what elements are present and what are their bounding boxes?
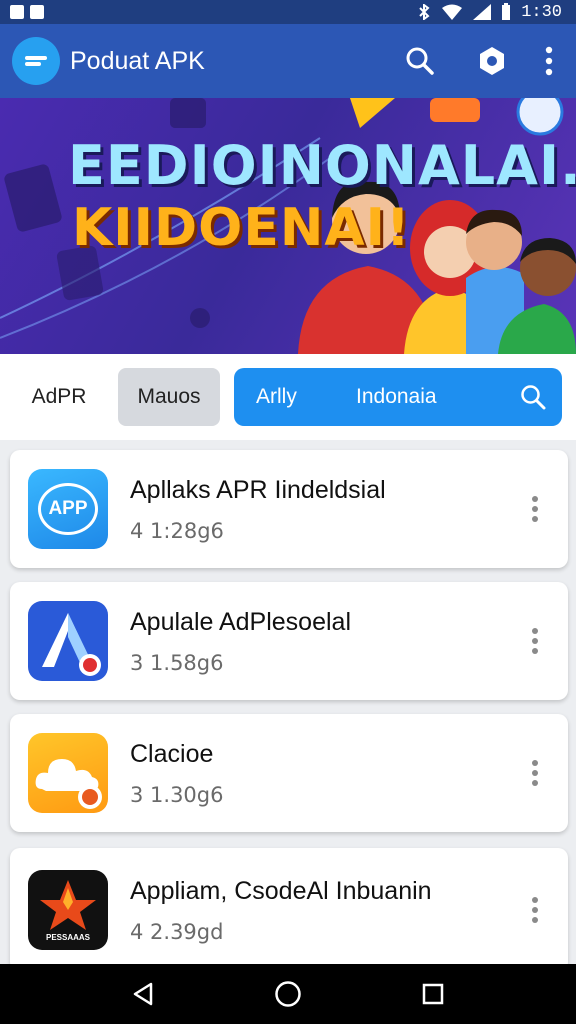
more-options-button[interactable] <box>520 897 550 923</box>
app-size: 3 1.30g6 <box>130 782 224 807</box>
app-title: Poduat APK <box>70 46 205 75</box>
banner-headline: EEDIOINONALAI. <box>68 134 576 197</box>
home-circle-icon <box>275 981 301 1007</box>
search-icon <box>521 385 546 410</box>
battery-icon <box>502 3 511 20</box>
system-nav-bar <box>0 964 576 1024</box>
hexagon-settings-icon <box>480 47 504 75</box>
search-text-primary: Arlly <box>256 385 297 408</box>
overflow-menu-button[interactable] <box>534 37 564 85</box>
app-icon: APP <box>28 469 108 549</box>
promo-banner[interactable]: EEDIOINONALAI. KIIDOENAI! <box>0 98 576 354</box>
search-text-secondary: Indonaia <box>356 385 437 408</box>
home-button[interactable] <box>258 964 318 1024</box>
search-field[interactable]: Arlly Indonaia <box>234 368 562 426</box>
search-icon <box>406 47 434 75</box>
notification-icon <box>30 5 44 19</box>
more-options-button[interactable] <box>520 496 550 522</box>
cloud-icon <box>35 759 102 809</box>
settings-button[interactable] <box>468 37 516 85</box>
status-time: 1:30 <box>521 2 562 22</box>
app-size: 4 1:28g6 <box>130 518 224 543</box>
wifi-icon <box>442 4 463 20</box>
app-bar: Poduat APK <box>0 24 576 98</box>
more-vert-icon <box>545 46 553 76</box>
list-item[interactable]: Clacioe 3 1.30g6 <box>10 714 568 832</box>
app-name: Appliam, CsodeAl Inbuanin <box>130 876 432 905</box>
status-bar: 1:30 <box>0 0 576 24</box>
banner-subheadline: KIIDOENAI! <box>72 198 411 258</box>
notification-icon <box>10 5 24 19</box>
more-options-button[interactable] <box>520 760 550 786</box>
list-item[interactable]: Apulale AdPlesoelal 3 1.58g6 <box>10 582 568 700</box>
app-logo-icon <box>12 37 60 85</box>
list-item[interactable]: PESSAAAS Appliam, CsodeAl Inbuanin 4 2.3… <box>10 848 568 972</box>
triangle-logo-icon <box>42 613 101 676</box>
list-item[interactable]: APP Apllaks APR Iindeldsial 4 1:28g6 <box>10 450 568 568</box>
app-icon <box>28 733 108 813</box>
app-size: 4 2.39gd <box>130 919 224 944</box>
bluetooth-icon <box>419 4 430 20</box>
app-name: Clacioe <box>130 739 214 768</box>
recents-button[interactable] <box>403 964 463 1024</box>
filter-row: AdPR Mauos Arlly Indonaia <box>0 354 576 440</box>
filter-chip-mauos[interactable]: Mauos <box>118 368 220 426</box>
recents-square-icon <box>423 983 444 1005</box>
app-name: Apllaks APR Iindeldsial <box>130 475 386 504</box>
filter-chip-adpr[interactable]: AdPR <box>0 385 118 409</box>
more-options-button[interactable] <box>520 628 550 654</box>
signal-icon <box>473 4 492 20</box>
back-triangle-icon <box>133 982 152 1006</box>
app-icon: PESSAAAS <box>28 870 108 950</box>
app-name: Apulale AdPlesoelal <box>130 607 351 636</box>
app-icon <box>28 601 108 681</box>
back-button[interactable] <box>113 964 173 1024</box>
app-size: 3 1.58g6 <box>130 650 224 675</box>
search-button[interactable] <box>396 37 444 85</box>
